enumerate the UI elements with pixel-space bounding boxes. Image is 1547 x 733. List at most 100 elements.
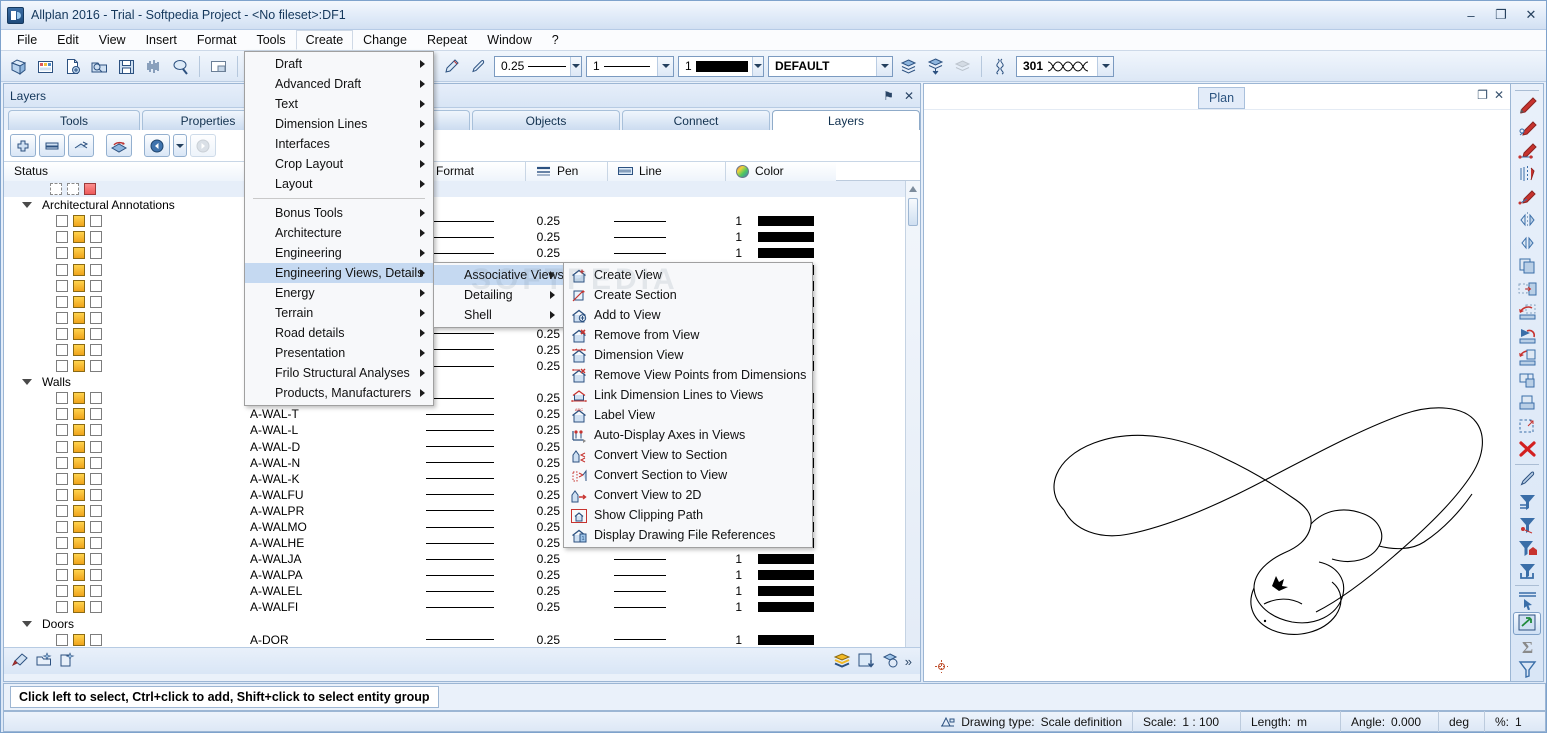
menu-item-create-view[interactable]: Create View [564, 265, 812, 285]
scale-dropdown-arrow[interactable] [1097, 56, 1113, 76]
filter-icon[interactable] [1513, 658, 1541, 681]
menu-insert[interactable]: Insert [136, 30, 187, 50]
edit-checkbox[interactable] [73, 569, 85, 582]
expand-collapse-icon[interactable] [22, 379, 32, 386]
mirror-icon[interactable] [1513, 231, 1541, 254]
layer-save-icon[interactable] [857, 652, 875, 671]
edit-checkbox[interactable] [73, 521, 85, 534]
layer-link-icon[interactable] [881, 652, 899, 671]
menu-item-bonus-tools[interactable]: Bonus Tools [245, 203, 433, 223]
menu-format[interactable]: Format [187, 30, 247, 50]
expand-collapse-icon[interactable] [22, 202, 32, 209]
menu-item-remove-view-points-from-dimensions[interactable]: Remove View Points from Dimensions [564, 365, 812, 385]
edit-checkbox[interactable] [73, 311, 85, 324]
refresh-layers-button[interactable] [106, 134, 132, 157]
lock-checkbox[interactable] [90, 440, 102, 453]
visibility-checkbox[interactable] [56, 601, 68, 614]
edit-checkbox[interactable] [73, 456, 85, 469]
tab-connect[interactable]: Connect [622, 110, 770, 130]
menu-item-advanced-draft[interactable]: Advanced Draft [245, 74, 433, 94]
tab-layers[interactable]: Layers [772, 110, 920, 130]
layer-row[interactable]: A-WALEL 0.25 1 [4, 583, 920, 599]
lock-checkbox[interactable] [90, 263, 102, 276]
menu-item-interfaces[interactable]: Interfaces [245, 134, 433, 154]
visibility-checkbox[interactable] [56, 521, 68, 534]
menu-window[interactable]: Window [477, 30, 541, 50]
visibility-checkbox[interactable] [56, 392, 68, 405]
open-project-icon[interactable] [33, 54, 58, 79]
lock-checkbox[interactable] [90, 311, 102, 324]
menu-help[interactable]: ? [542, 30, 569, 50]
menu-item-show-clipping-path[interactable]: Show Clipping Path [564, 505, 812, 525]
layer-stack-icon[interactable] [833, 652, 851, 671]
edit-checkbox[interactable] [73, 488, 85, 501]
offset-line-icon[interactable] [1513, 186, 1541, 209]
close-window-icon[interactable]: ✕ [1494, 88, 1504, 102]
scale-combo[interactable]: 301 [1016, 55, 1114, 77]
add-layer-button[interactable] [10, 134, 36, 157]
tab-tools[interactable]: Tools [8, 110, 140, 130]
draw-segment-icon[interactable] [1513, 140, 1541, 163]
visibility-checkbox[interactable] [56, 311, 68, 324]
status-length[interactable]: Length: m [1241, 711, 1341, 732]
clear-layers-icon[interactable] [11, 652, 29, 670]
menu-item-convert-view-to-section[interactable]: Convert View to Section [564, 445, 812, 465]
menu-item-add-to-view[interactable]: Add to View [564, 305, 812, 325]
maximize-button[interactable]: ❐ [1486, 4, 1516, 26]
menu-change[interactable]: Change [353, 30, 417, 50]
layer-group-row[interactable]: Doors [4, 616, 920, 632]
edit-checkbox[interactable] [73, 537, 85, 550]
lock-checkbox[interactable] [90, 601, 102, 614]
lock-checkbox[interactable] [90, 343, 102, 356]
lock-checkbox[interactable] [90, 488, 102, 501]
edit-checkbox[interactable] [67, 183, 79, 196]
rebar-icon[interactable] [988, 54, 1013, 79]
visibility-checkbox[interactable] [56, 585, 68, 598]
visibility-checkbox[interactable] [56, 360, 68, 373]
layer-dropdown-arrow[interactable] [876, 56, 892, 76]
mirror-copy-icon[interactable] [1513, 208, 1541, 231]
menu-item-dimension-lines[interactable]: Dimension Lines [245, 114, 433, 134]
menu-item-associative-views[interactable]: Associative Views [434, 265, 564, 285]
next-layer-button[interactable] [190, 134, 216, 157]
mirror-line-icon[interactable] [1513, 163, 1541, 186]
edit-checkbox[interactable] [73, 231, 85, 244]
pen-dropdown-arrow[interactable] [570, 56, 581, 76]
lock-checkbox[interactable] [90, 585, 102, 598]
layers-vertical-scrollbar[interactable] [905, 181, 920, 647]
menu-item-layout[interactable]: Layout [245, 174, 433, 194]
menu-item-terrain[interactable]: Terrain [245, 303, 433, 323]
menu-item-dimension-view[interactable]: Dimension View [564, 345, 812, 365]
menu-item-draft[interactable]: Draft [245, 54, 433, 74]
layer-settings-button[interactable] [68, 134, 94, 157]
move-back-icon[interactable] [1513, 323, 1541, 346]
visibility-checkbox[interactable] [56, 440, 68, 453]
menu-item-auto-display-axes-in-views[interactable]: Auto-Display Axes in Views [564, 425, 812, 445]
more-options-icon[interactable]: » [905, 654, 912, 669]
layer-row[interactable]: A-ANNO-T0.251 [4, 213, 920, 229]
menu-item-label-view[interactable]: ABC Label View [564, 405, 812, 425]
eyedropper-icon[interactable] [466, 54, 491, 79]
project-icon[interactable] [6, 54, 31, 79]
merge-layer-button[interactable] [39, 134, 65, 157]
menu-edit[interactable]: Edit [47, 30, 89, 50]
edit-checkbox[interactable] [73, 504, 85, 517]
layer-row[interactable]: A-ANNO-R0.251 [4, 229, 920, 245]
edit-checkbox[interactable] [73, 472, 85, 485]
filter-u-icon[interactable] [1513, 559, 1541, 582]
menu-create[interactable]: Create [295, 30, 354, 50]
visibility-checkbox[interactable] [56, 553, 68, 566]
status-angle[interactable]: Angle: 0.000 [1341, 711, 1439, 732]
edit-checkbox[interactable] [73, 424, 85, 437]
visibility-checkbox[interactable] [56, 488, 68, 501]
menu-item-road-details[interactable]: Road details [245, 323, 433, 343]
menu-item-shell[interactable]: Shell [434, 305, 563, 325]
status-drawing-type[interactable]: Drawing type: Scale definition [930, 711, 1133, 732]
visibility-checkbox[interactable] [56, 569, 68, 582]
command-prompt[interactable]: Click left to select, Ctrl+click to add,… [10, 686, 439, 708]
filter-down-icon[interactable] [1513, 490, 1541, 513]
lock-checkbox[interactable] [90, 472, 102, 485]
visibility-checkbox[interactable] [56, 215, 68, 228]
menu-item-frilo-structural-analyses[interactable]: Frilo Structural Analyses [245, 363, 433, 383]
edit-checkbox[interactable] [73, 553, 85, 566]
